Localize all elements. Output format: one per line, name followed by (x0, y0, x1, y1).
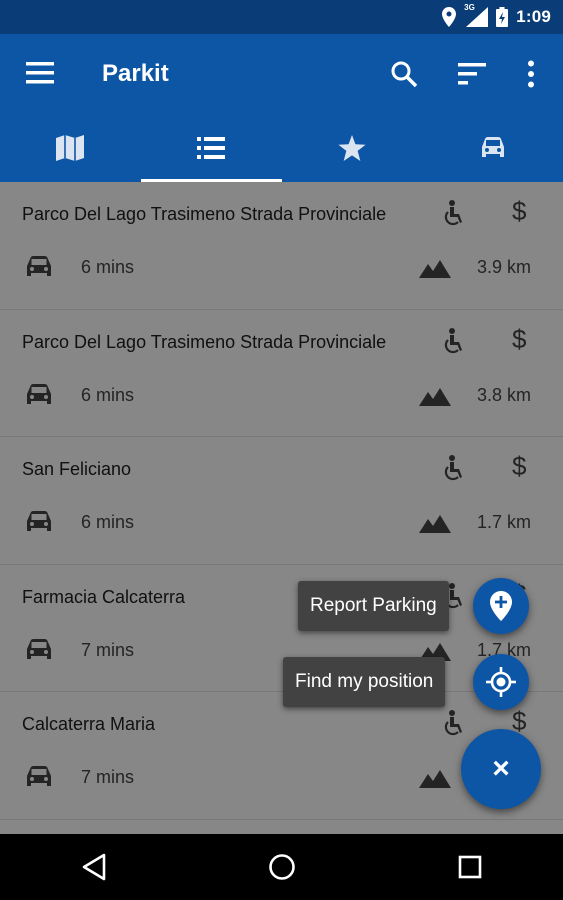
add-location-icon (490, 591, 512, 621)
list-icon (197, 137, 226, 159)
navigation-bar (0, 834, 563, 900)
battery-icon (496, 7, 509, 27)
clock: 1:09 (516, 7, 551, 26)
location-pin-icon (442, 7, 457, 27)
report-parking-label[interactable]: Report Parking (298, 581, 449, 631)
app-bar: Parkit (0, 34, 563, 114)
tab-map[interactable] (0, 114, 141, 182)
my-location-icon (486, 667, 516, 697)
search-icon[interactable] (390, 60, 418, 88)
car-icon (481, 137, 504, 157)
find-my-position-button[interactable] (473, 654, 529, 710)
map-icon (56, 135, 85, 161)
home-icon[interactable] (268, 853, 296, 881)
hamburger-menu-icon[interactable] (26, 62, 54, 84)
recents-icon[interactable] (458, 855, 482, 879)
tab-bar (0, 114, 563, 182)
status-bar: 3G 1:09 (0, 0, 563, 34)
app-title: Parkit (102, 60, 169, 87)
signal-icon: 3G (464, 3, 489, 27)
tab-favorites[interactable] (282, 114, 423, 182)
star-icon (338, 135, 366, 161)
report-parking-button[interactable] (473, 578, 529, 634)
sort-icon[interactable] (458, 63, 488, 85)
close-fab-button[interactable]: × (461, 729, 541, 809)
back-icon[interactable] (81, 853, 107, 881)
more-options-icon[interactable] (519, 60, 543, 88)
tab-my-car[interactable] (422, 114, 563, 182)
close-icon: × (492, 752, 510, 785)
find-position-label[interactable]: Find my position (283, 657, 446, 707)
tab-list[interactable] (140, 114, 282, 182)
